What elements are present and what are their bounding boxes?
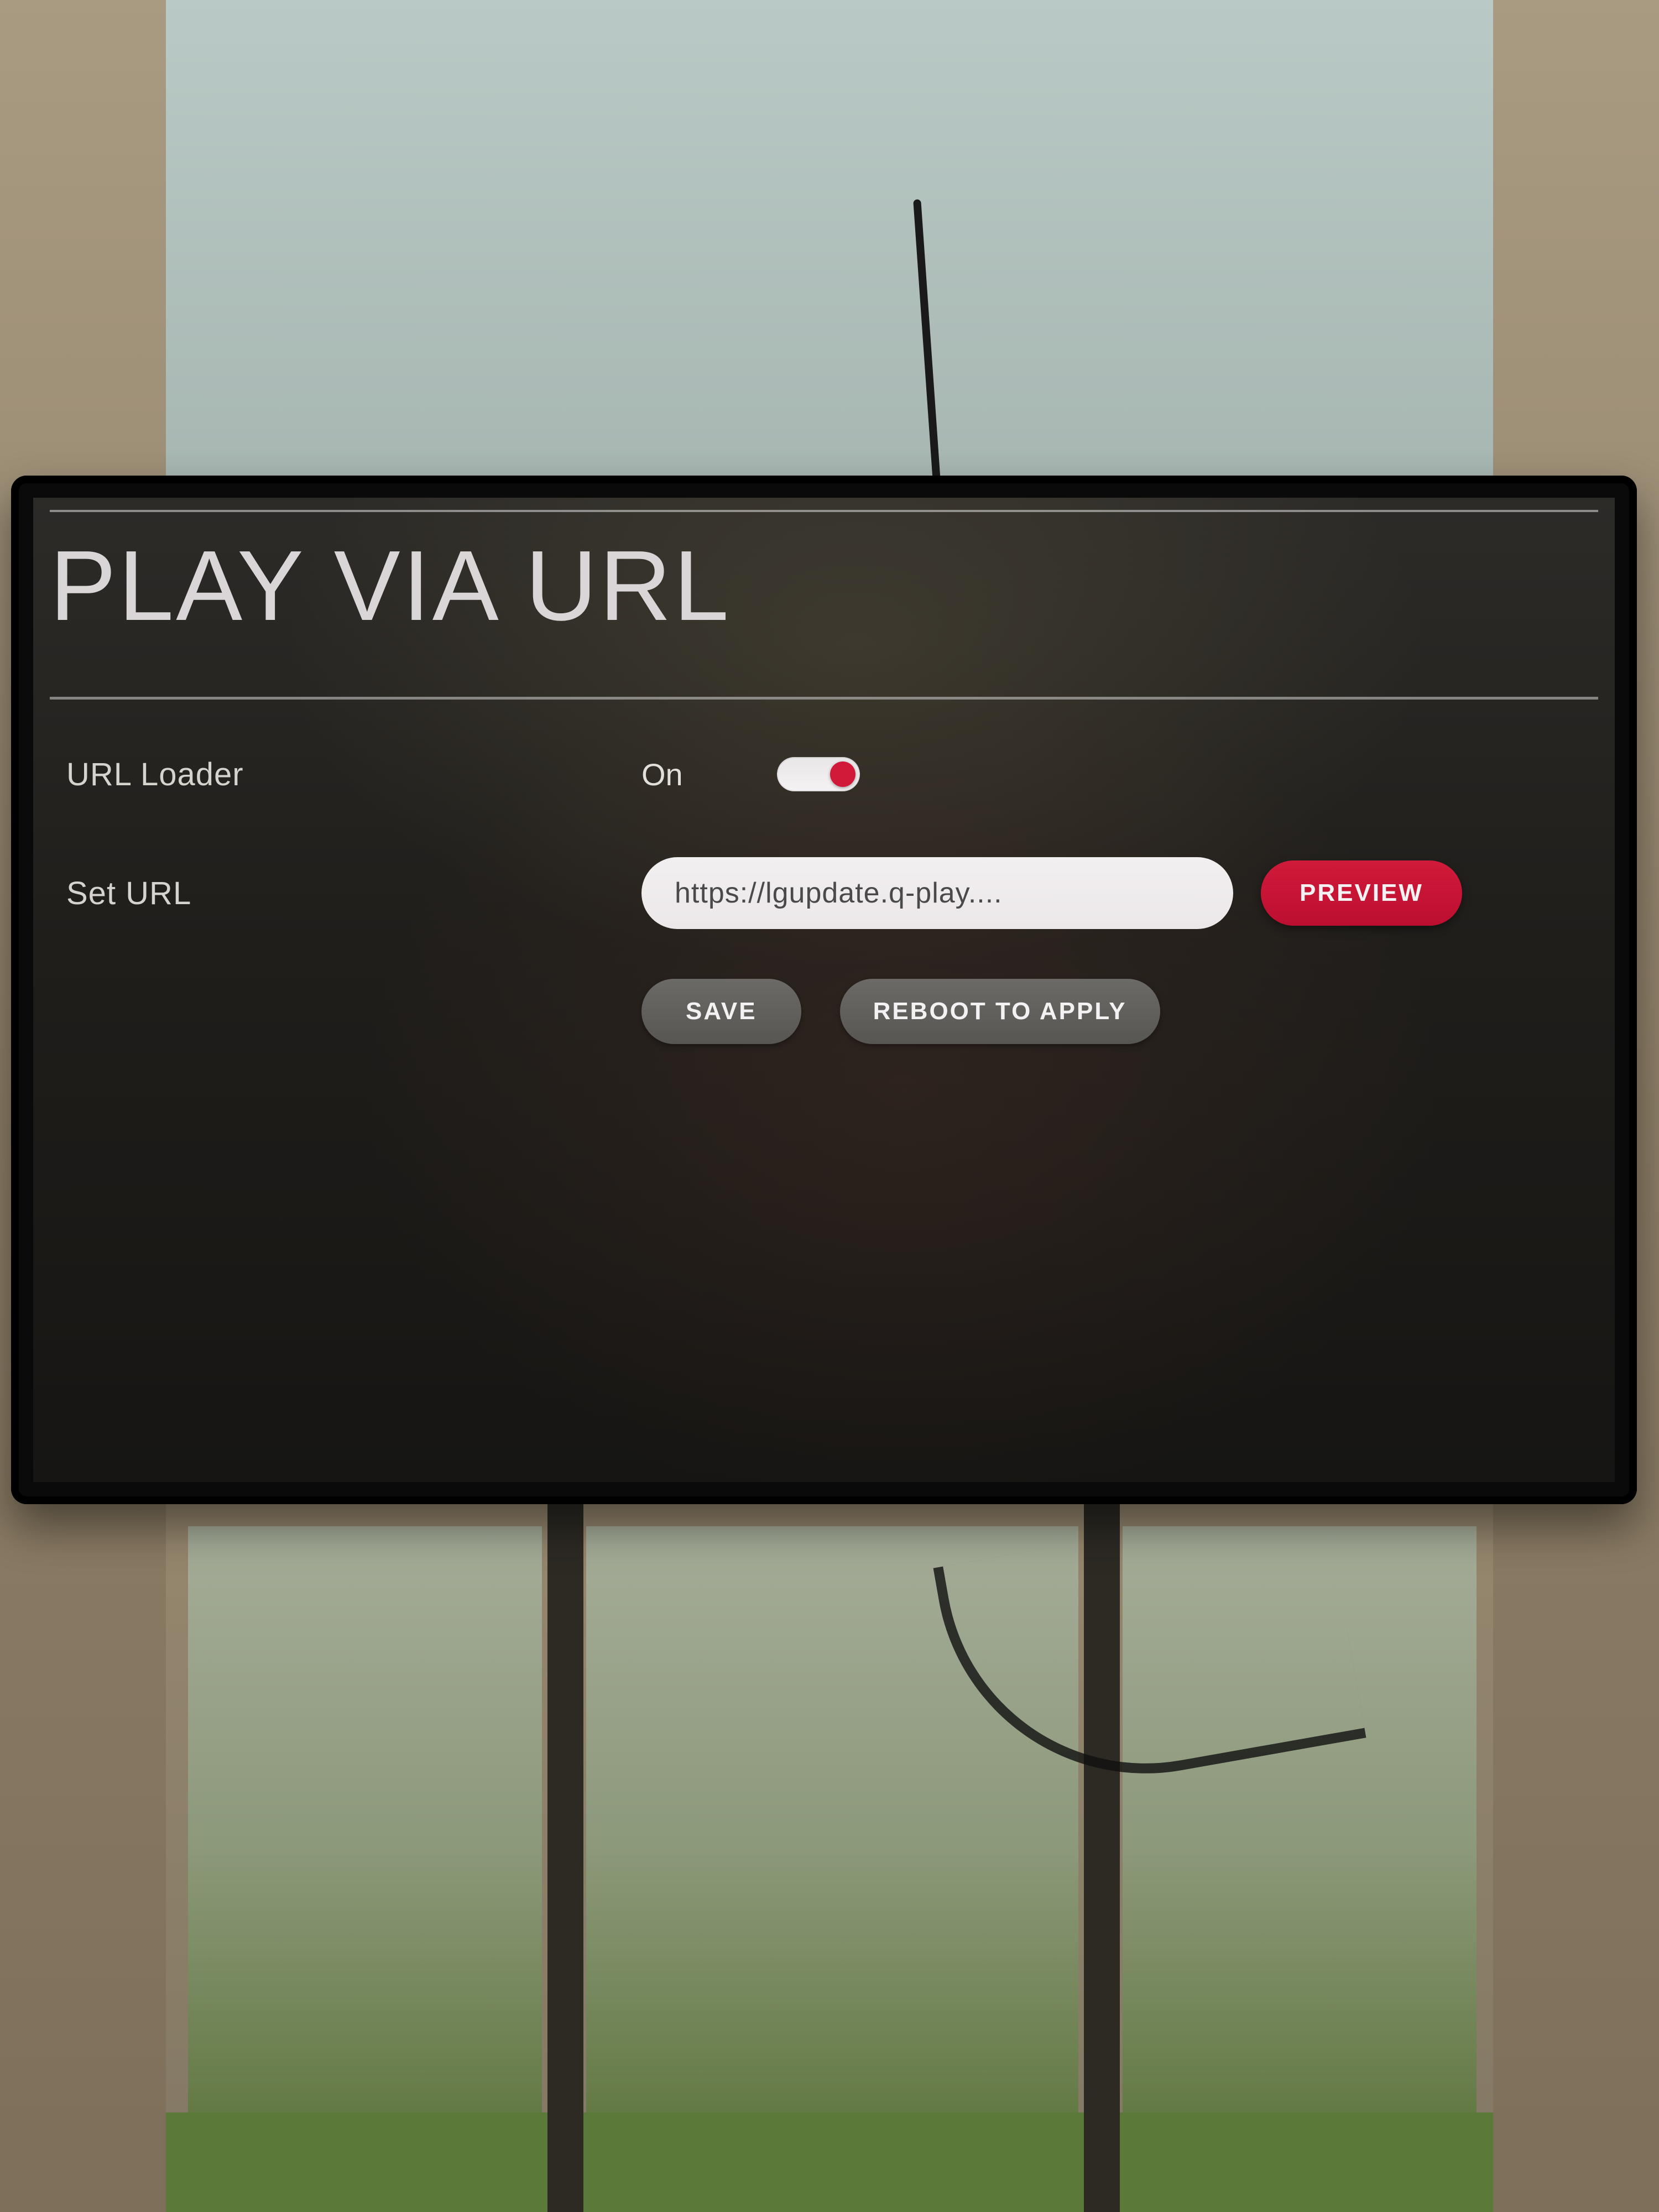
tv-screen: PLAY VIA URL URL Loader On Set URL https…: [33, 498, 1615, 1482]
antenna-stick: [913, 199, 942, 498]
preview-button[interactable]: PREVIEW: [1261, 860, 1462, 926]
title-divider: [50, 697, 1598, 700]
url-input[interactable]: https://lgupdate.q-play....: [641, 857, 1233, 929]
toggle-knob-icon: [830, 761, 855, 787]
set-url-controls: https://lgupdate.q-play.... PREVIEW: [641, 857, 1582, 929]
row-url-loader: URL Loader On: [66, 741, 1582, 807]
set-url-label: Set URL: [66, 875, 641, 912]
url-loader-toggle[interactable]: [777, 757, 860, 791]
reboot-to-apply-button[interactable]: REBOOT TO APPLY: [840, 979, 1160, 1044]
action-button-row: SAVE REBOOT TO APPLY: [641, 979, 1160, 1044]
row-set-url: Set URL https://lgupdate.q-play.... PREV…: [66, 852, 1582, 935]
top-divider: [50, 510, 1598, 512]
window-pane: [188, 1526, 542, 2112]
url-loader-label: URL Loader: [66, 756, 641, 793]
save-button[interactable]: SAVE: [641, 979, 801, 1044]
page-title: PLAY VIA URL: [50, 536, 731, 636]
photo-scene: PLAY VIA URL URL Loader On Set URL https…: [0, 0, 1659, 2212]
url-loader-state-text: On: [641, 757, 683, 792]
window-mullion: [547, 1504, 583, 2212]
tv-frame: PLAY VIA URL URL Loader On Set URL https…: [11, 476, 1637, 1504]
url-loader-controls: On: [641, 757, 1582, 792]
